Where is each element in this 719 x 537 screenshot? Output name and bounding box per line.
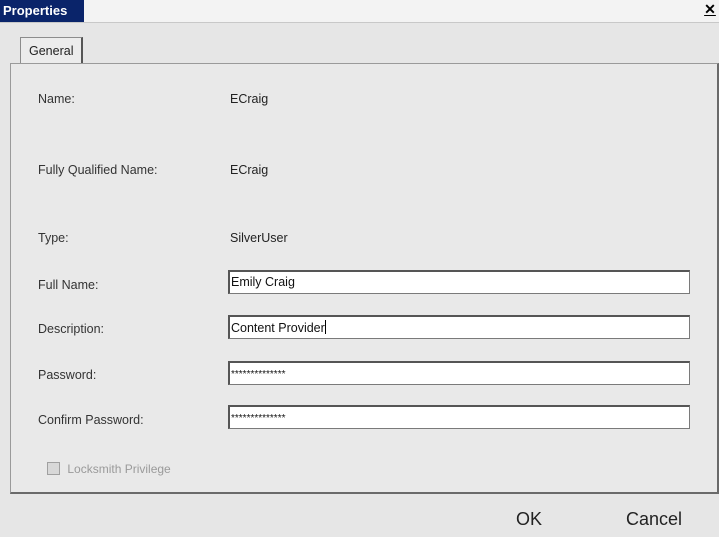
- full-name-label: Full Name:: [38, 278, 99, 292]
- password-field[interactable]: **************: [228, 361, 690, 385]
- description-label: Description:: [38, 322, 104, 336]
- confirm-password-field[interactable]: **************: [228, 405, 690, 429]
- description-value: Content Provider: [231, 321, 325, 335]
- checkbox-icon[interactable]: [47, 462, 60, 475]
- name-value: ECraig: [230, 92, 269, 106]
- full-name-field[interactable]: Emily Craig: [228, 270, 690, 294]
- type-value: SilverUser: [230, 231, 288, 245]
- fqn-value: ECraig: [230, 163, 269, 177]
- name-label: Name:: [38, 92, 75, 106]
- text-caret: [324, 320, 326, 334]
- confirm-password-value: **************: [231, 413, 286, 424]
- fqn-label: Fully Qualified Name:: [38, 163, 158, 177]
- password-label: Password:: [38, 368, 97, 382]
- title-bar: Properties ✕: [0, 0, 719, 23]
- description-field[interactable]: Content Provider: [228, 315, 690, 339]
- confirm-password-label: Confirm Password:: [38, 413, 144, 427]
- tab-general[interactable]: General: [20, 37, 84, 64]
- tab-label: General: [29, 44, 74, 58]
- close-icon[interactable]: ✕: [703, 2, 717, 17]
- type-label: Type:: [38, 231, 69, 245]
- cancel-button[interactable]: Cancel: [626, 509, 682, 530]
- locksmith-label: Locksmith Privilege: [67, 462, 171, 476]
- password-value: **************: [231, 369, 286, 380]
- ok-button[interactable]: OK: [516, 509, 542, 530]
- full-name-value: Emily Craig: [231, 275, 295, 289]
- window-title: Properties: [3, 3, 68, 18]
- locksmith-checkbox-row[interactable]: Locksmith Privilege: [47, 462, 171, 476]
